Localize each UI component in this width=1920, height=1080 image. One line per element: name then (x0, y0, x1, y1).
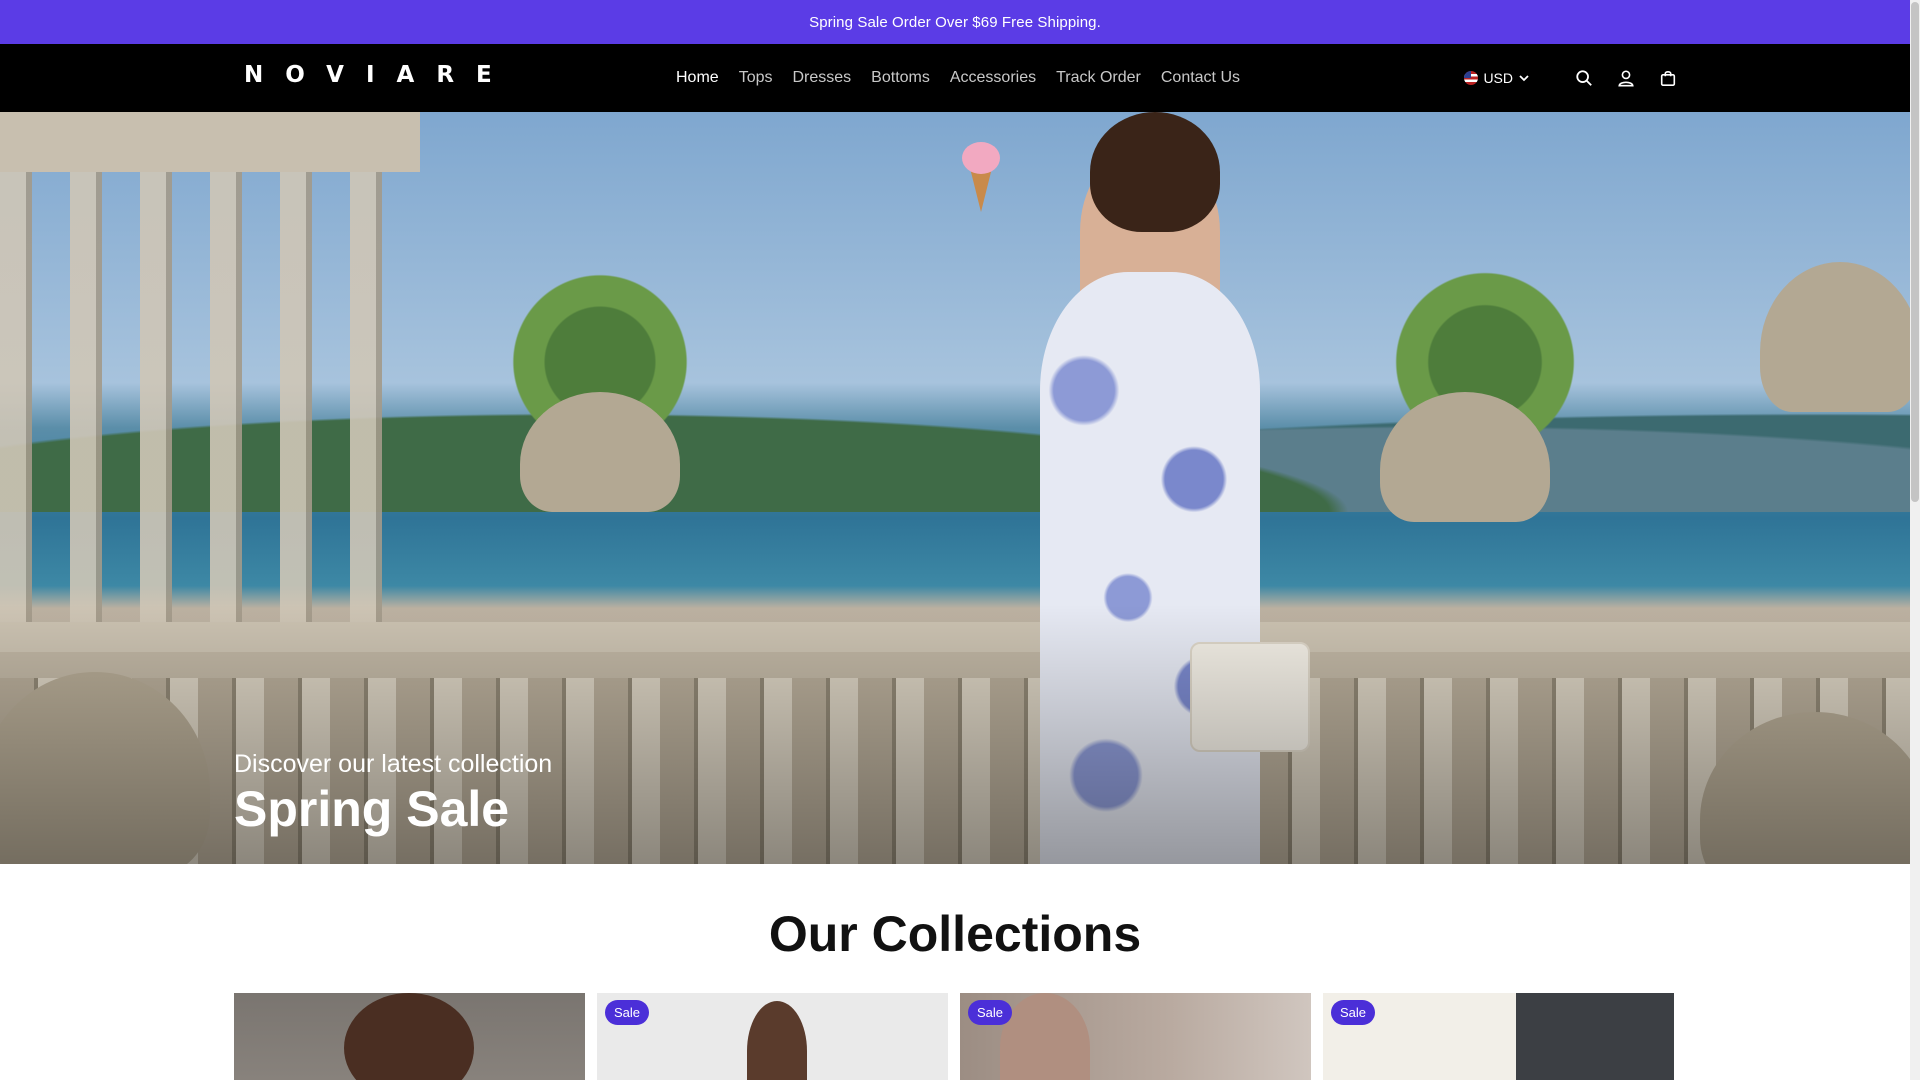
collection-card-image (747, 1001, 807, 1080)
hero-icecream-cone (970, 168, 992, 212)
collections-heading: Our Collections (768, 906, 1142, 962)
hero-banner[interactable]: Discover our latest collection Spring Sa… (0, 112, 1910, 864)
nav-contact-us[interactable]: Contact Us (1151, 69, 1250, 87)
announcement-text: Spring Sale Order Over $69 Free Shipping… (809, 13, 1101, 31)
collection-card-image (1000, 993, 1090, 1080)
nav-track-order[interactable]: Track Order (1046, 69, 1151, 87)
account-icon (1618, 70, 1634, 87)
us-flag-icon (1464, 71, 1479, 85)
sale-badge: Sale (1331, 1000, 1376, 1025)
hero-subtitle: Discover our latest collection (234, 750, 553, 778)
account-button[interactable] (1616, 68, 1636, 88)
nav-accessories[interactable]: Accessories (940, 69, 1046, 87)
currency-label: USD (1483, 70, 1513, 86)
header-actions: USD (1464, 44, 1678, 112)
hero-colonnade-top (0, 112, 420, 172)
search-icon (1576, 70, 1592, 86)
nav-dresses[interactable]: Dresses (782, 69, 861, 87)
main-nav: Home Tops Dresses Bottoms Accessories Tr… (666, 44, 1250, 112)
cart-icon (1660, 71, 1676, 87)
collection-card[interactable]: Sale (1323, 993, 1674, 1080)
hero-icecream-scoop (962, 142, 1000, 174)
nav-tops[interactable]: Tops (729, 69, 783, 87)
hero-model-hair (1090, 112, 1220, 232)
chevron-down-icon (1519, 75, 1529, 82)
site-header: NOVIARE Home Tops Dresses Bottoms Access… (0, 44, 1910, 112)
sale-badge: Sale (968, 1000, 1013, 1025)
collections-grid: Sale Sale Sale (234, 993, 1674, 1080)
hero-icecream (962, 142, 1000, 212)
currency-selector[interactable]: USD (1464, 70, 1530, 86)
nav-bottoms[interactable]: Bottoms (861, 69, 940, 87)
announcement-bar: Spring Sale Order Over $69 Free Shipping… (0, 0, 1910, 44)
search-button[interactable] (1574, 68, 1594, 88)
hero-urn-far-right (1760, 262, 1910, 412)
collection-card-image (344, 993, 474, 1080)
collection-card[interactable]: Sale (960, 993, 1311, 1080)
page-scrollbar[interactable] (1910, 0, 1920, 1080)
sale-badge: Sale (605, 1000, 650, 1025)
site-logo[interactable]: NOVIARE (244, 62, 514, 88)
cart-button[interactable] (1658, 68, 1678, 88)
collection-card[interactable]: Sale (597, 993, 948, 1080)
scrollbar-thumb[interactable] (1911, 2, 1919, 502)
collection-card[interactable] (234, 993, 585, 1080)
hero-title: Spring Sale (234, 781, 510, 837)
nav-home[interactable]: Home (666, 69, 729, 87)
